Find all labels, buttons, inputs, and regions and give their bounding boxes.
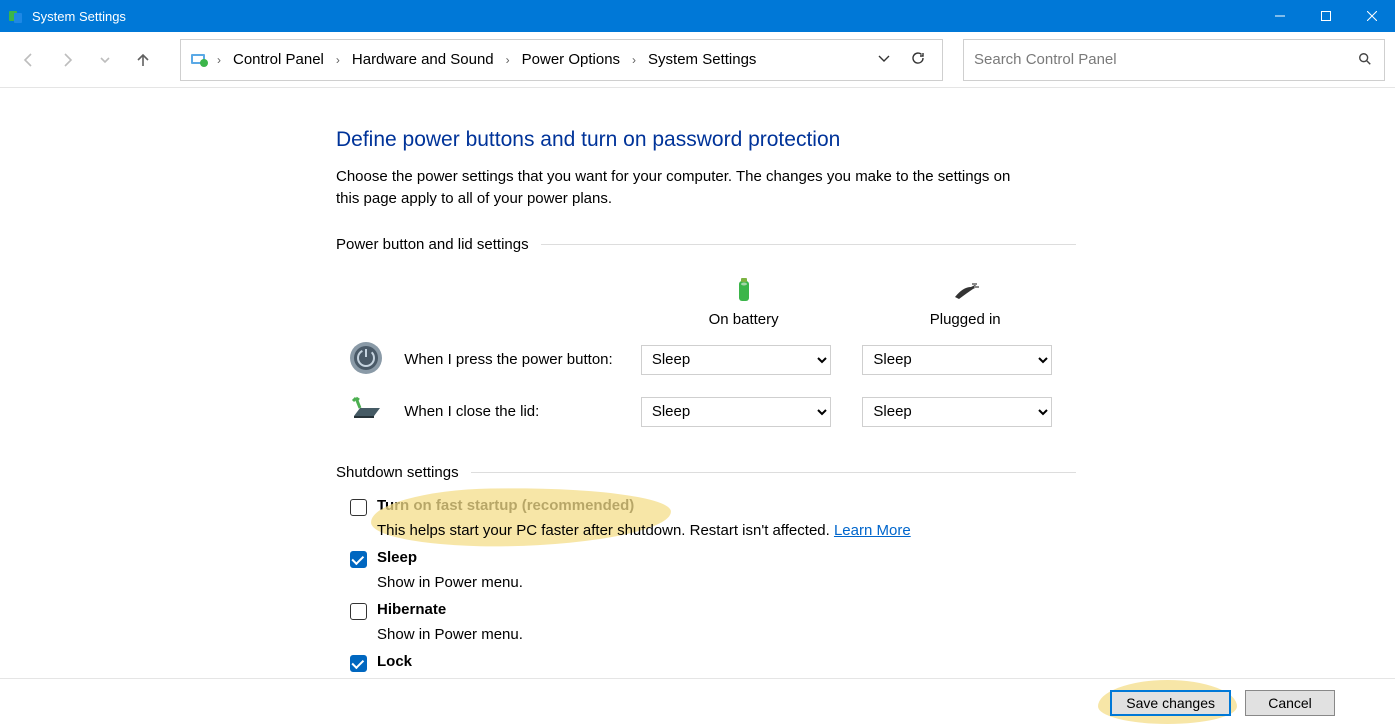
learn-more-link[interactable]: Learn More (834, 522, 911, 539)
sleep-label: Sleep (377, 549, 417, 566)
hibernate-checkbox[interactable] (350, 603, 367, 620)
search-input[interactable] (974, 51, 1358, 68)
hibernate-label: Hibernate (377, 601, 446, 618)
forward-button[interactable] (52, 45, 82, 75)
lid-icon (348, 392, 384, 428)
back-button[interactable] (14, 45, 44, 75)
lock-label: Lock (377, 653, 412, 670)
control-panel-icon (189, 50, 209, 70)
shutdown-settings-list: Turn on fast startup (recommended) This … (336, 497, 1076, 679)
chevron-right-icon: › (334, 53, 342, 67)
close-button[interactable] (1349, 0, 1395, 32)
history-dropdown-icon[interactable] (876, 50, 892, 70)
window-controls (1257, 0, 1395, 32)
section-power-heading: Power button and lid settings (336, 236, 1076, 253)
breadcrumb-item[interactable]: Power Options (518, 49, 624, 70)
section-shutdown-heading: Shutdown settings (336, 464, 1076, 481)
toolbar: › Control Panel › Hardware and Sound › P… (0, 32, 1395, 88)
footer: Save changes Cancel (0, 678, 1395, 726)
page-subtitle: Choose the power settings that you want … (336, 166, 1036, 210)
main-content: Define power buttons and turn on passwor… (0, 88, 1395, 678)
power-settings-table: On battery Plugged in When I press the p… (336, 269, 1076, 438)
plug-icon (949, 275, 981, 307)
minimize-button[interactable] (1257, 0, 1303, 32)
window-title: System Settings (32, 9, 126, 24)
page-title: Define power buttons and turn on passwor… (336, 128, 1076, 152)
row-close-lid-label: When I close the lid: (396, 386, 633, 438)
sleep-desc: Show in Power menu. (377, 574, 1076, 591)
chevron-right-icon: › (215, 53, 223, 67)
column-header-plugged: Plugged in (862, 311, 1068, 328)
chevron-right-icon: › (504, 53, 512, 67)
recent-button[interactable] (90, 45, 120, 75)
search-box[interactable] (963, 39, 1385, 81)
breadcrumb-item[interactable]: System Settings (644, 49, 760, 70)
save-button[interactable]: Save changes (1110, 690, 1231, 716)
search-icon[interactable] (1358, 52, 1374, 68)
close-lid-battery-select[interactable]: Sleep (641, 397, 831, 427)
power-button-plugged-select[interactable]: Sleep (862, 345, 1052, 375)
breadcrumb-item[interactable]: Control Panel (229, 49, 328, 70)
sleep-checkbox[interactable] (350, 551, 367, 568)
cancel-button[interactable]: Cancel (1245, 690, 1335, 716)
hibernate-desc: Show in Power menu. (377, 626, 1076, 643)
close-lid-plugged-select[interactable]: Sleep (862, 397, 1052, 427)
maximize-button[interactable] (1303, 0, 1349, 32)
fast-startup-checkbox[interactable] (350, 499, 367, 516)
app-icon (8, 8, 24, 24)
titlebar: System Settings (0, 0, 1395, 32)
up-button[interactable] (128, 45, 158, 75)
column-header-battery: On battery (641, 311, 847, 328)
lock-checkbox[interactable] (350, 655, 367, 672)
power-button-icon (348, 340, 384, 376)
battery-icon (728, 275, 760, 307)
chevron-right-icon: › (630, 53, 638, 67)
refresh-icon[interactable] (910, 50, 926, 70)
annotation-highlight (371, 485, 672, 548)
row-power-button-label: When I press the power button: (396, 334, 633, 386)
power-button-battery-select[interactable]: Sleep (641, 345, 831, 375)
fast-startup-desc: This helps start your PC faster after sh… (377, 522, 834, 539)
breadcrumb-item[interactable]: Hardware and Sound (348, 49, 498, 70)
breadcrumb-bar[interactable]: › Control Panel › Hardware and Sound › P… (180, 39, 943, 81)
